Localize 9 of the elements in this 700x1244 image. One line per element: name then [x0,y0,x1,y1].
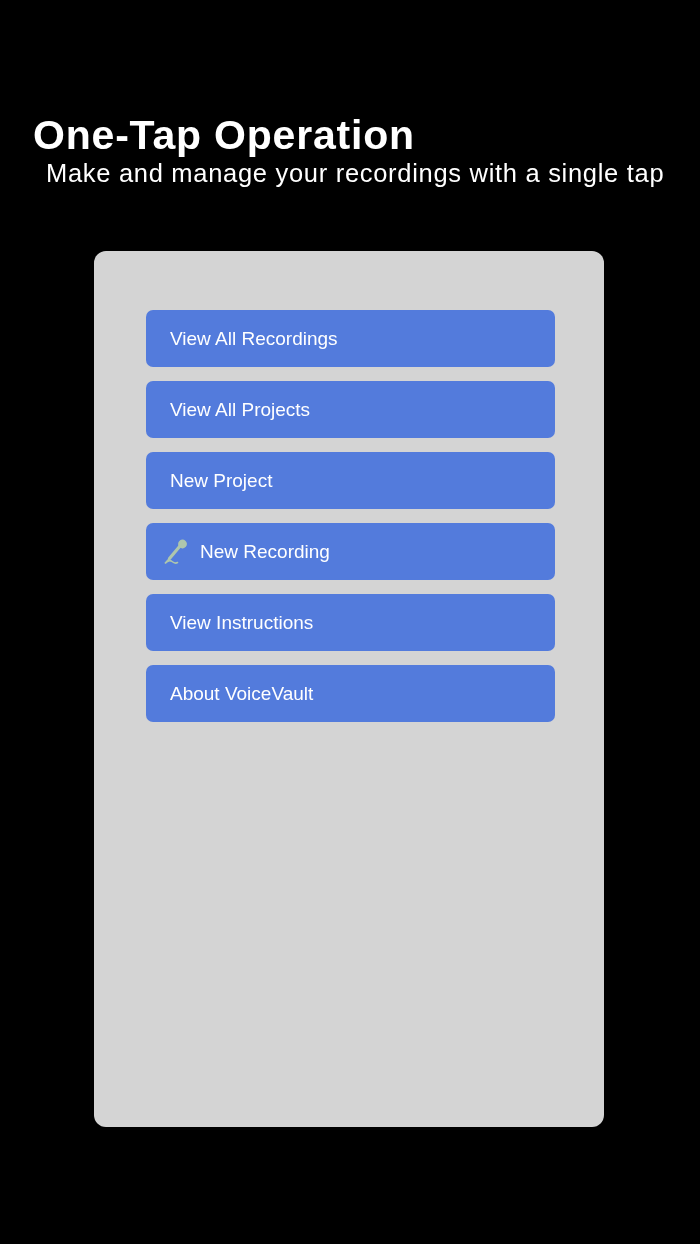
microphone-icon [163,538,189,565]
headline: One-Tap Operation [33,112,415,158]
menu-button[interactable]: About VoiceVault [146,665,555,722]
menu-button[interactable]: New Recording [146,523,555,580]
menu-button[interactable]: View All Projects [146,381,555,438]
menu-button[interactable]: View All Recordings [146,310,555,367]
menu-button[interactable]: View Instructions [146,594,555,651]
menu-button[interactable]: New Project [146,452,555,509]
subheadline: Make and manage your recordings with a single tap [46,158,665,188]
